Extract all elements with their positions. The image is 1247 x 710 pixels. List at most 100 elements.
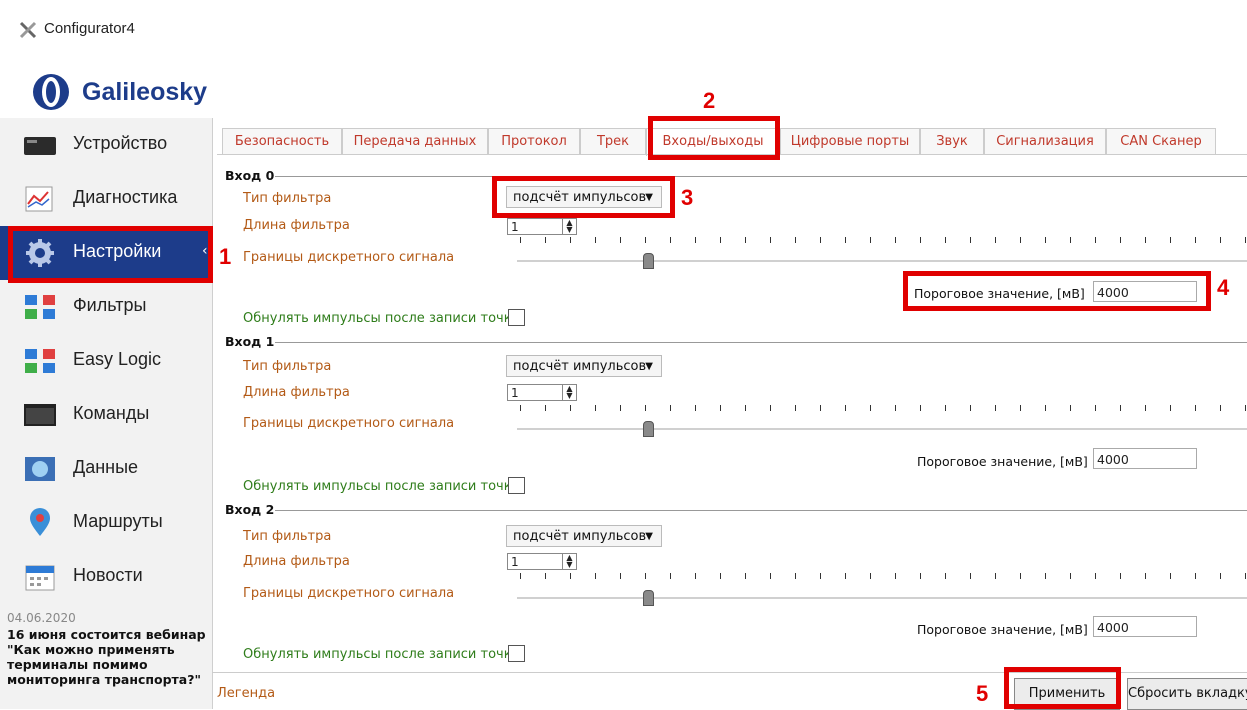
tab-protocol[interactable]: Протокол xyxy=(488,128,580,155)
slider-tick xyxy=(645,237,646,243)
slider-tick xyxy=(520,237,521,243)
slider-tick xyxy=(945,237,946,243)
sidebar-item-data[interactable]: Данные xyxy=(0,442,212,497)
slider-tick xyxy=(1170,573,1171,579)
sidebar-item-easy-logic[interactable]: Easy Logic xyxy=(0,334,212,389)
sidebar-item-filters[interactable]: Фильтры xyxy=(0,280,212,335)
slider-tick xyxy=(920,237,921,243)
slider-tick xyxy=(795,573,796,579)
tab-security[interactable]: Безопасность xyxy=(222,128,342,155)
tools-icon xyxy=(19,21,37,39)
signal-bounds-slider[interactable] xyxy=(517,260,1247,262)
tab-track[interactable]: Трек xyxy=(580,128,646,155)
slider-ticks xyxy=(520,237,1247,249)
sidebar-item-commands[interactable]: Команды xyxy=(0,388,212,443)
spinner-arrows-icon[interactable]: ▲ ▼ xyxy=(562,554,576,569)
threshold-input[interactable]: 4000 xyxy=(1093,448,1197,469)
filter-type-value: подсчёт импульсов xyxy=(513,359,647,374)
signal-bounds-slider[interactable] xyxy=(517,597,1247,599)
spinner-arrows-icon[interactable]: ▲ ▼ xyxy=(562,219,576,234)
reset-tab-button[interactable]: Сбросить вкладку xyxy=(1127,678,1247,710)
slider-tick xyxy=(1195,405,1196,411)
reset-pulses-label: Обнулять импульсы после записи точки xyxy=(243,479,521,494)
section-divider xyxy=(275,510,1247,511)
tab-alarm[interactable]: Сигнализация xyxy=(984,128,1106,155)
slider-tick xyxy=(820,573,821,579)
easy-logic-icon xyxy=(25,349,55,373)
sidebar-item-device[interactable]: Устройство xyxy=(0,118,212,173)
filter-type-label: Тип фильтра xyxy=(243,359,332,374)
annotation-number: 5 xyxy=(976,681,989,706)
slider-tick xyxy=(620,237,621,243)
filter-length-spinner[interactable]: 1 ▲ ▼ xyxy=(507,384,577,401)
signal-bounds-slider[interactable] xyxy=(517,428,1247,430)
reset-pulses-checkbox[interactable] xyxy=(508,645,525,662)
tab-sound[interactable]: Звук xyxy=(920,128,984,155)
filter-type-select[interactable]: подсчёт импульсов ▼ xyxy=(506,355,662,377)
slider-thumb[interactable] xyxy=(643,590,654,606)
sidebar-item-diagnostics[interactable]: Диагностика xyxy=(0,172,212,227)
slider-tick xyxy=(995,573,996,579)
spinner-arrows-icon[interactable]: ▲ ▼ xyxy=(562,385,576,400)
slider-tick xyxy=(970,405,971,411)
slider-tick xyxy=(1245,237,1246,243)
slider-tick xyxy=(720,405,721,411)
slider-tick xyxy=(870,237,871,243)
slider-tick xyxy=(920,405,921,411)
filter-type-select[interactable]: подсчёт импульсов ▼ xyxy=(506,525,662,547)
slider-tick xyxy=(1070,405,1071,411)
tab-data-transfer[interactable]: Передача данных xyxy=(342,128,488,155)
slider-tick xyxy=(1145,237,1146,243)
news-link[interactable]: 16 июня состоится вебинар "Как можно при… xyxy=(7,627,207,687)
slider-tick xyxy=(1020,405,1021,411)
data-icon xyxy=(25,457,55,481)
slider-tick xyxy=(1095,573,1096,579)
filter-length-spinner[interactable]: 1 ▲ ▼ xyxy=(507,553,577,570)
slider-tick xyxy=(845,237,846,243)
slider-tick xyxy=(620,405,621,411)
slider-tick xyxy=(1220,573,1221,579)
slider-thumb[interactable] xyxy=(643,421,654,437)
slider-tick xyxy=(845,405,846,411)
sidebar-item-news[interactable]: Новости xyxy=(0,550,212,604)
slider-tick xyxy=(895,405,896,411)
slider-tick xyxy=(1245,573,1246,579)
sidebar-item-routes[interactable]: Маршруты xyxy=(0,496,212,551)
slider-thumb[interactable] xyxy=(643,253,654,269)
reset-pulses-checkbox[interactable] xyxy=(508,477,525,494)
tab-digital-ports[interactable]: Цифровые порты xyxy=(780,128,920,155)
filter-length-value: 1 xyxy=(511,220,519,234)
slider-tick xyxy=(720,237,721,243)
slider-tick xyxy=(720,573,721,579)
annotation-number: 3 xyxy=(681,185,694,210)
filter-type-value: подсчёт импульсов xyxy=(513,529,647,544)
device-icon xyxy=(24,137,56,155)
threshold-label: Пороговое значение, [мВ] xyxy=(917,622,1088,637)
slider-tick xyxy=(520,573,521,579)
filters-icon xyxy=(25,295,55,319)
slider-tick xyxy=(995,405,996,411)
slider-tick xyxy=(1195,237,1196,243)
slider-tick xyxy=(1220,237,1221,243)
highlight-box-apply xyxy=(1004,667,1121,709)
threshold-input[interactable]: 4000 xyxy=(1093,616,1197,637)
slider-tick xyxy=(570,573,571,579)
legend-link[interactable]: Легенда xyxy=(217,686,275,701)
slider-tick xyxy=(870,573,871,579)
annotation-number: 4 xyxy=(1217,275,1230,300)
filter-length-label: Длина фильтра xyxy=(243,385,350,400)
slider-tick xyxy=(895,573,896,579)
threshold-label: Пороговое значение, [мВ] xyxy=(917,454,1088,469)
filter-length-spinner[interactable]: 1 ▲ ▼ xyxy=(507,218,577,235)
slider-ticks xyxy=(520,573,1247,585)
slider-tick xyxy=(745,405,746,411)
slider-tick xyxy=(820,405,821,411)
slider-tick xyxy=(1120,405,1121,411)
highlight-box-tab xyxy=(648,116,780,160)
slider-tick xyxy=(1220,405,1221,411)
reset-pulses-checkbox[interactable] xyxy=(508,309,525,326)
tab-can-scanner[interactable]: CAN Сканер xyxy=(1106,128,1216,155)
slider-tick xyxy=(1095,405,1096,411)
sidebar-item-label: Команды xyxy=(73,403,150,423)
slider-tick xyxy=(645,573,646,579)
